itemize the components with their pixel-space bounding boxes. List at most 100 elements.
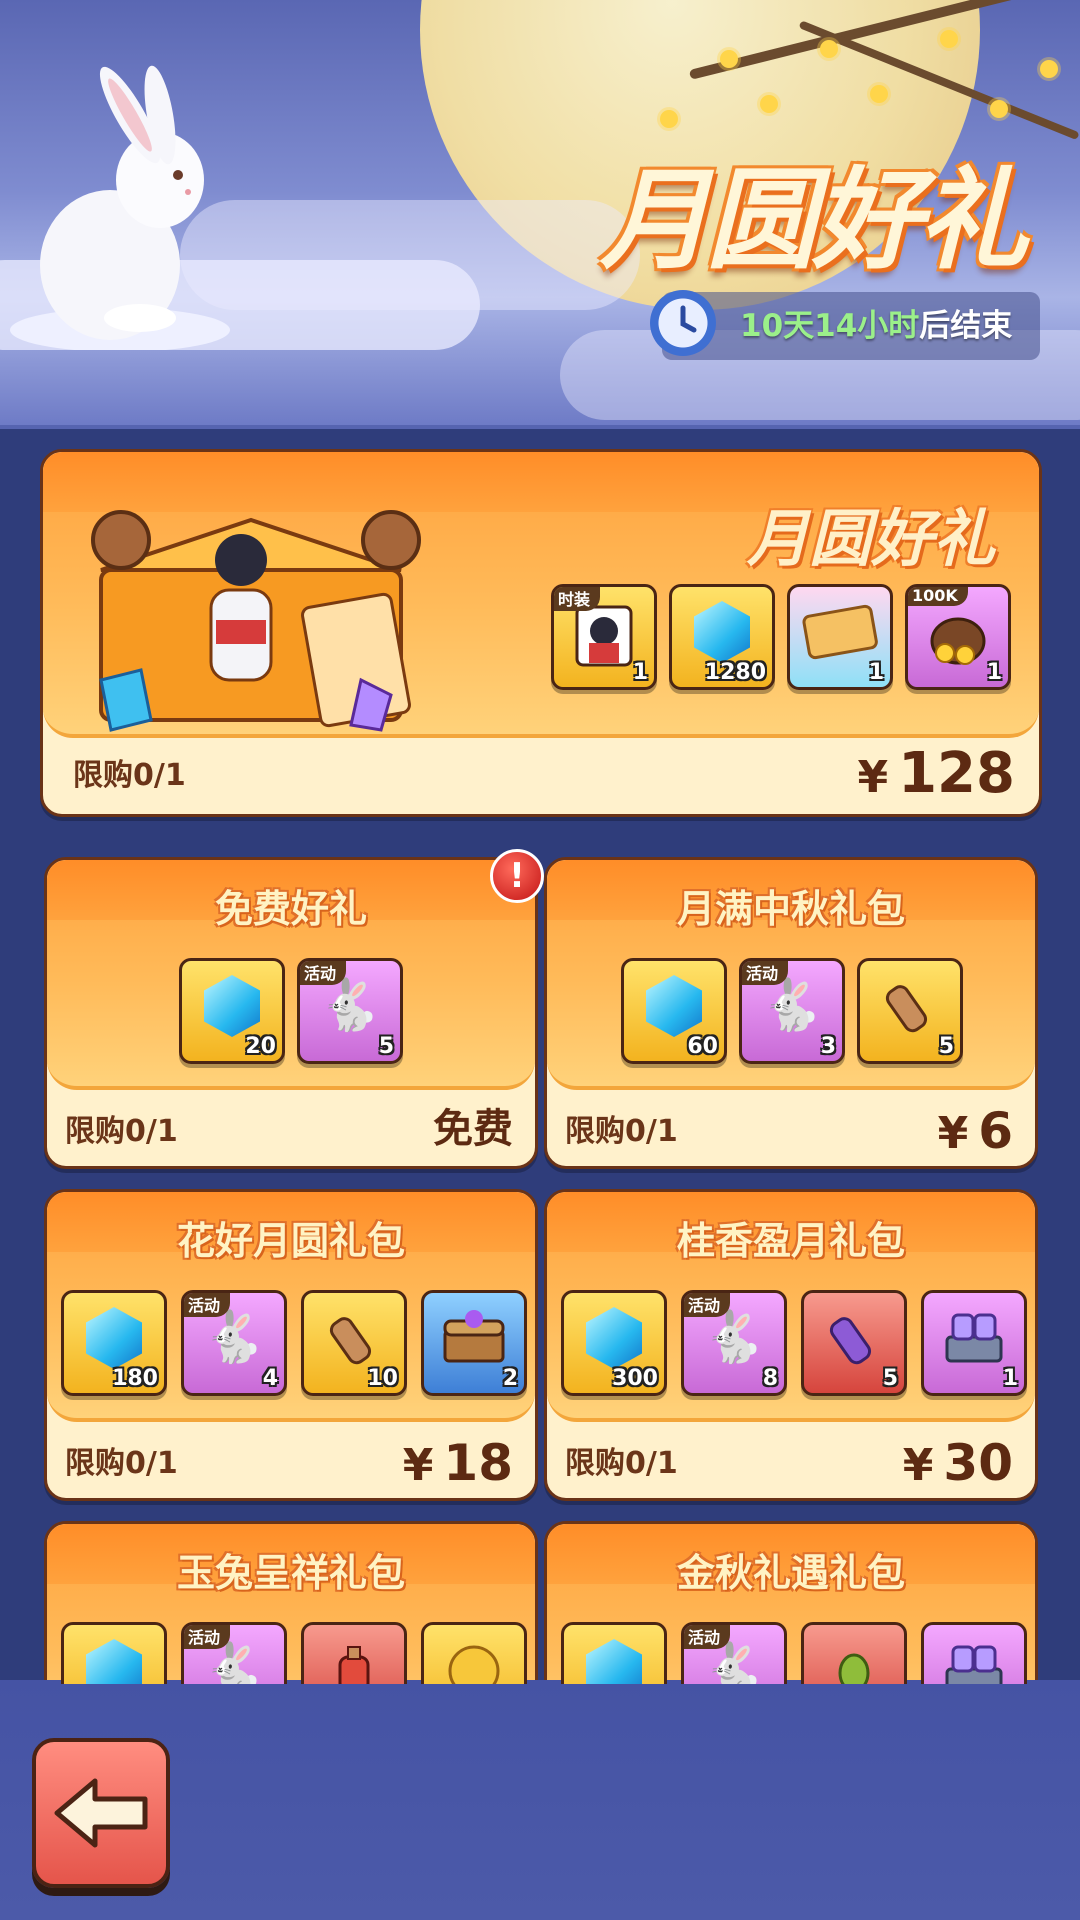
shop-pack-list[interactable]: 月圆好礼 时装 1 1280 1 100K 1 限购0/1 ¥ 128 免费好礼… [0,425,1080,1684]
pack-card[interactable]: 玉兔呈祥礼包 🐇 活动 [44,1521,538,1684]
reward-item[interactable] [801,1622,907,1684]
reward-item[interactable]: 1 [787,584,893,690]
reward-item[interactable]: 🐇 活动 8 [681,1290,787,1396]
diamond-icon [204,975,260,1037]
gift-box-hero-illustration [91,510,421,732]
banner-title: 月圆好礼 [600,156,1028,284]
item-quantity: 5 [882,1366,898,1391]
price-button[interactable]: ¥6 [938,1102,1013,1160]
item-quantity: 300 [612,1366,658,1391]
featured-pack-items: 时装 1 1280 1 100K 1 [551,584,1011,690]
potion-icon [304,1639,404,1684]
reward-item[interactable] [301,1622,407,1684]
reward-item[interactable]: 180 [61,1290,167,1396]
purchase-limit: 限购0/1 [565,1446,678,1481]
item-quantity: 5 [938,1034,954,1059]
pack-items: 🐇 活动 [61,1622,527,1684]
reward-item[interactable]: 5 [857,958,963,1064]
pack-title: 金秋礼遇礼包 [676,1551,905,1595]
featured-pack-card[interactable]: 月圆好礼 时装 1 1280 1 100K 1 限购0/1 ¥ 128 [40,449,1042,817]
item-quantity: 5 [378,1034,394,1059]
reward-item[interactable]: 🐇 活动 4 [181,1290,287,1396]
item-quantity: 8 [762,1366,778,1391]
item-tag: 活动 [742,961,789,985]
purchase-limit: 限购0/1 [65,1446,178,1481]
gold-coin-icon [424,1639,524,1684]
reward-item[interactable] [421,1622,527,1684]
item-quantity: 2 [502,1366,518,1391]
reward-item[interactable]: 60 [621,958,727,1064]
item-tag: 100K [908,587,968,606]
reward-item[interactable]: 100K 1 [905,584,1011,690]
reward-item[interactable]: 20 [179,958,285,1064]
pack-items: 🐇 活动 [561,1622,1027,1684]
item-tag: 活动 [684,1625,731,1649]
reward-item[interactable] [61,1622,167,1684]
reward-item[interactable] [561,1622,667,1684]
item-quantity: 1 [868,660,884,685]
item-quantity: 1 [986,660,1002,685]
price-button[interactable]: ¥18 [403,1434,513,1492]
diamond-icon [86,1307,142,1369]
price-button[interactable]: ¥30 [903,1434,1013,1492]
diamond-icon [86,1639,142,1684]
cloud-decoration [180,200,640,310]
pack-title: 花好月圆礼包 [176,1219,405,1263]
pack-title: 玉兔呈祥礼包 [176,1551,405,1595]
pack-items: 60 🐇 活动 3 5 [621,958,963,1064]
pack-card[interactable]: 月满中秋礼包 60 🐇 活动 3 5 限购0/1 ¥6 [544,857,1038,1169]
reward-item[interactable]: 🐇 活动 [181,1622,287,1684]
reward-item[interactable]: 1280 [669,584,775,690]
purchase-limit: 限购0/1 [565,1114,678,1149]
reward-item[interactable]: 🐇 活动 3 [739,958,845,1064]
item-tag: 活动 [184,1293,231,1317]
reward-item[interactable]: 🐇 活动 [681,1622,787,1684]
reward-item[interactable] [921,1622,1027,1684]
pack-items: 300 🐇 活动 8 5 1 [561,1290,1027,1396]
featured-pack-title: 月圆好礼 [746,502,995,575]
pack-title: 月满中秋礼包 [676,887,905,931]
item-quantity: 1 [632,660,648,685]
mask-chest-icon [924,1639,1024,1684]
alert-badge-icon: ! [490,849,544,903]
item-tag: 活动 [300,961,347,985]
countdown-remaining: 10天14小时 [740,308,920,344]
pack-title: 桂香盈月礼包 [676,1219,905,1263]
diamond-icon [646,975,702,1037]
clock-icon [650,290,716,356]
pack-card[interactable]: 免费好礼 20 🐇 活动 5 限购0/1 免费 [44,857,538,1169]
reward-item[interactable]: 300 [561,1290,667,1396]
pack-card[interactable]: 金秋礼遇礼包 🐇 活动 [544,1521,1038,1684]
pack-title: 免费好礼 [214,887,367,931]
back-button[interactable] [32,1738,170,1888]
purchase-limit: 限购0/1 [65,1114,178,1149]
diamond-icon [694,601,750,663]
back-arrow-icon [54,1778,148,1848]
pack-card[interactable]: 花好月圆礼包 180 🐇 活动 4 10 2 限购0/1 ¥18 [44,1189,538,1501]
reward-item[interactable]: 🐇 活动 5 [297,958,403,1064]
pack-items: 180 🐇 活动 4 10 2 [61,1290,527,1396]
rabbit-illustration [10,65,230,350]
seed-icon [804,1639,904,1684]
reward-item[interactable]: 10 [301,1290,407,1396]
pack-card[interactable]: 桂香盈月礼包 300 🐇 活动 8 5 1 限购0/1 ¥30 [544,1189,1038,1501]
item-quantity: 1 [1002,1366,1018,1391]
countdown-suffix: 后结束 [919,308,1013,344]
pack-items: 20 🐇 活动 5 [179,958,403,1064]
item-quantity: 4 [262,1366,278,1391]
item-tag: 活动 [684,1293,731,1317]
item-tag: 活动 [184,1625,231,1649]
item-quantity: 20 [245,1034,276,1059]
reward-item[interactable]: 1 [921,1290,1027,1396]
event-banner: 月圆好礼 10天14小时后结束 [0,0,1080,425]
item-quantity: 180 [112,1366,158,1391]
price-button[interactable]: ¥128 [857,741,1015,806]
event-countdown: 10天14小时后结束 [740,300,1012,345]
reward-item[interactable]: 5 [801,1290,907,1396]
item-quantity: 3 [820,1034,836,1059]
reward-item[interactable]: 2 [421,1290,527,1396]
diamond-icon [586,1307,642,1369]
price-button[interactable]: 免费 [433,1096,513,1154]
purchase-limit: 限购0/1 [73,758,186,793]
reward-item[interactable]: 时装 1 [551,584,657,690]
